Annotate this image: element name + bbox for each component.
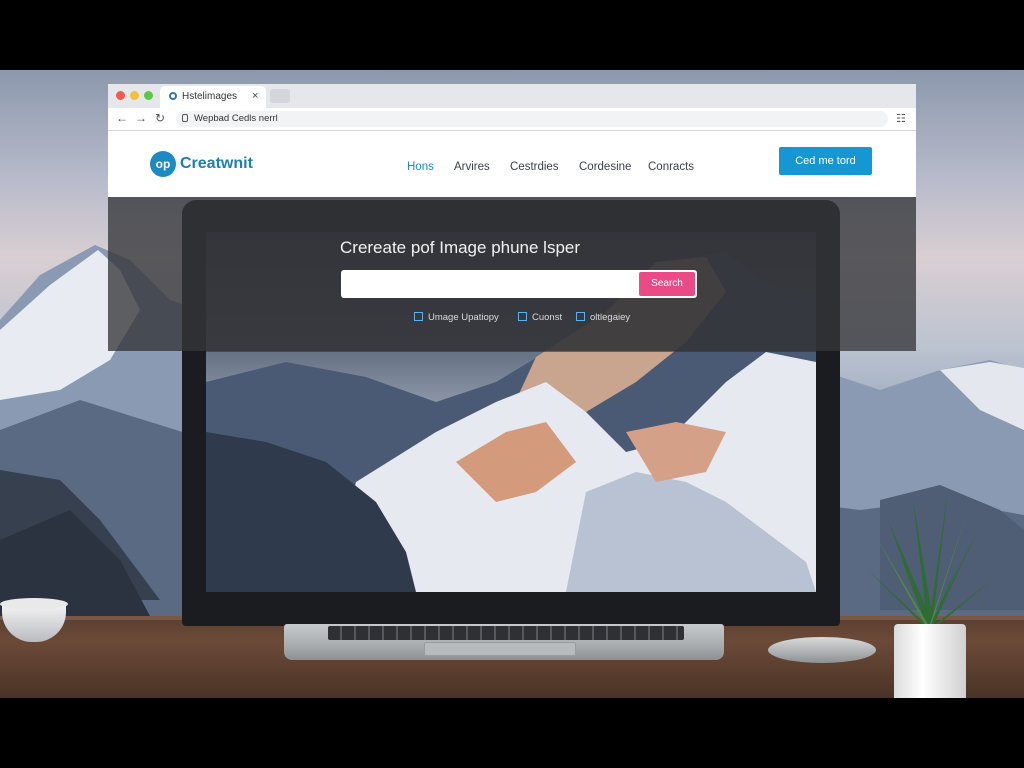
option-label: Cuonst: [532, 312, 563, 323]
potted-plant: [858, 480, 998, 698]
url-text: Wepbad Cedls nerrl: [194, 113, 278, 124]
hero-title: Crereate pof Image phune lsper: [340, 238, 581, 257]
back-arrow-icon[interactable]: ←: [116, 111, 128, 125]
image-icon: [414, 312, 423, 321]
option-cuonst[interactable]: Cuonst: [518, 312, 562, 323]
site-header: op Creatwnit Hons Arvires Cestrdies Cord…: [108, 131, 916, 197]
browser-window: Hstelimages × ← → ↻ Wepbad Cedls nerrl ☷…: [108, 84, 916, 352]
option-label: oltlegaiey: [590, 312, 631, 323]
link-icon: [576, 312, 585, 321]
laptop-base: [284, 624, 724, 666]
maximize-window-icon[interactable]: [144, 91, 153, 100]
ceramic-bowl: [0, 598, 68, 644]
nav-link-home[interactable]: Hons: [407, 161, 434, 173]
reload-icon[interactable]: ↻: [155, 111, 165, 125]
search-button[interactable]: Search: [639, 272, 695, 296]
nav-link-contacts[interactable]: Conracts: [648, 161, 694, 173]
doc-icon: [518, 312, 527, 321]
minimize-window-icon[interactable]: [130, 91, 139, 100]
close-window-icon[interactable]: [116, 91, 125, 100]
favicon-icon: [169, 92, 177, 100]
new-tab-button[interactable]: [270, 89, 290, 103]
logo-text[interactable]: Creatwnit: [180, 155, 253, 173]
logo-icon[interactable]: op: [150, 151, 176, 177]
nav-link-archives[interactable]: Arvires: [454, 161, 490, 173]
plant-pot: [894, 624, 966, 698]
address-bar: ← → ↻ Wepbad Cedls nerrl ☷: [108, 108, 916, 131]
option-label: Umage Upatiopy: [428, 312, 499, 323]
option-image-upload[interactable]: Umage Upatiopy: [414, 312, 499, 323]
url-field[interactable]: Wepbad Cedls nerrl: [176, 111, 888, 127]
plant-leaves: [868, 490, 992, 630]
background-scene: Hstelimages × ← → ↻ Wepbad Cedls nerrl ☷…: [0, 70, 1024, 698]
bowl-rim: [0, 598, 68, 610]
nav-link-cordesine[interactable]: Cordesine: [579, 161, 631, 173]
laptop-trackpad: [424, 642, 576, 656]
browser-tab[interactable]: Hstelimages ×: [160, 86, 266, 108]
letterbox-top: [0, 0, 1024, 70]
lock-icon: [182, 114, 188, 122]
tab-title: Hstelimages: [182, 91, 238, 102]
laptop-keyboard: [328, 626, 684, 640]
tab-bar: Hstelimages ×: [108, 84, 916, 108]
cta-button[interactable]: Ced me tord: [779, 147, 872, 175]
forward-arrow-icon[interactable]: →: [135, 111, 147, 125]
tab-close-icon[interactable]: ×: [252, 90, 258, 102]
nav-link-categories[interactable]: Cestrdies: [510, 161, 559, 173]
option-oltlegaiey[interactable]: oltlegaiey: [576, 312, 630, 323]
letterbox-bottom: [0, 698, 1024, 768]
screenshot-stage: Hstelimages × ← → ↻ Wepbad Cedls nerrl ☷…: [0, 0, 1024, 768]
menu-icon[interactable]: ☷: [896, 112, 906, 125]
